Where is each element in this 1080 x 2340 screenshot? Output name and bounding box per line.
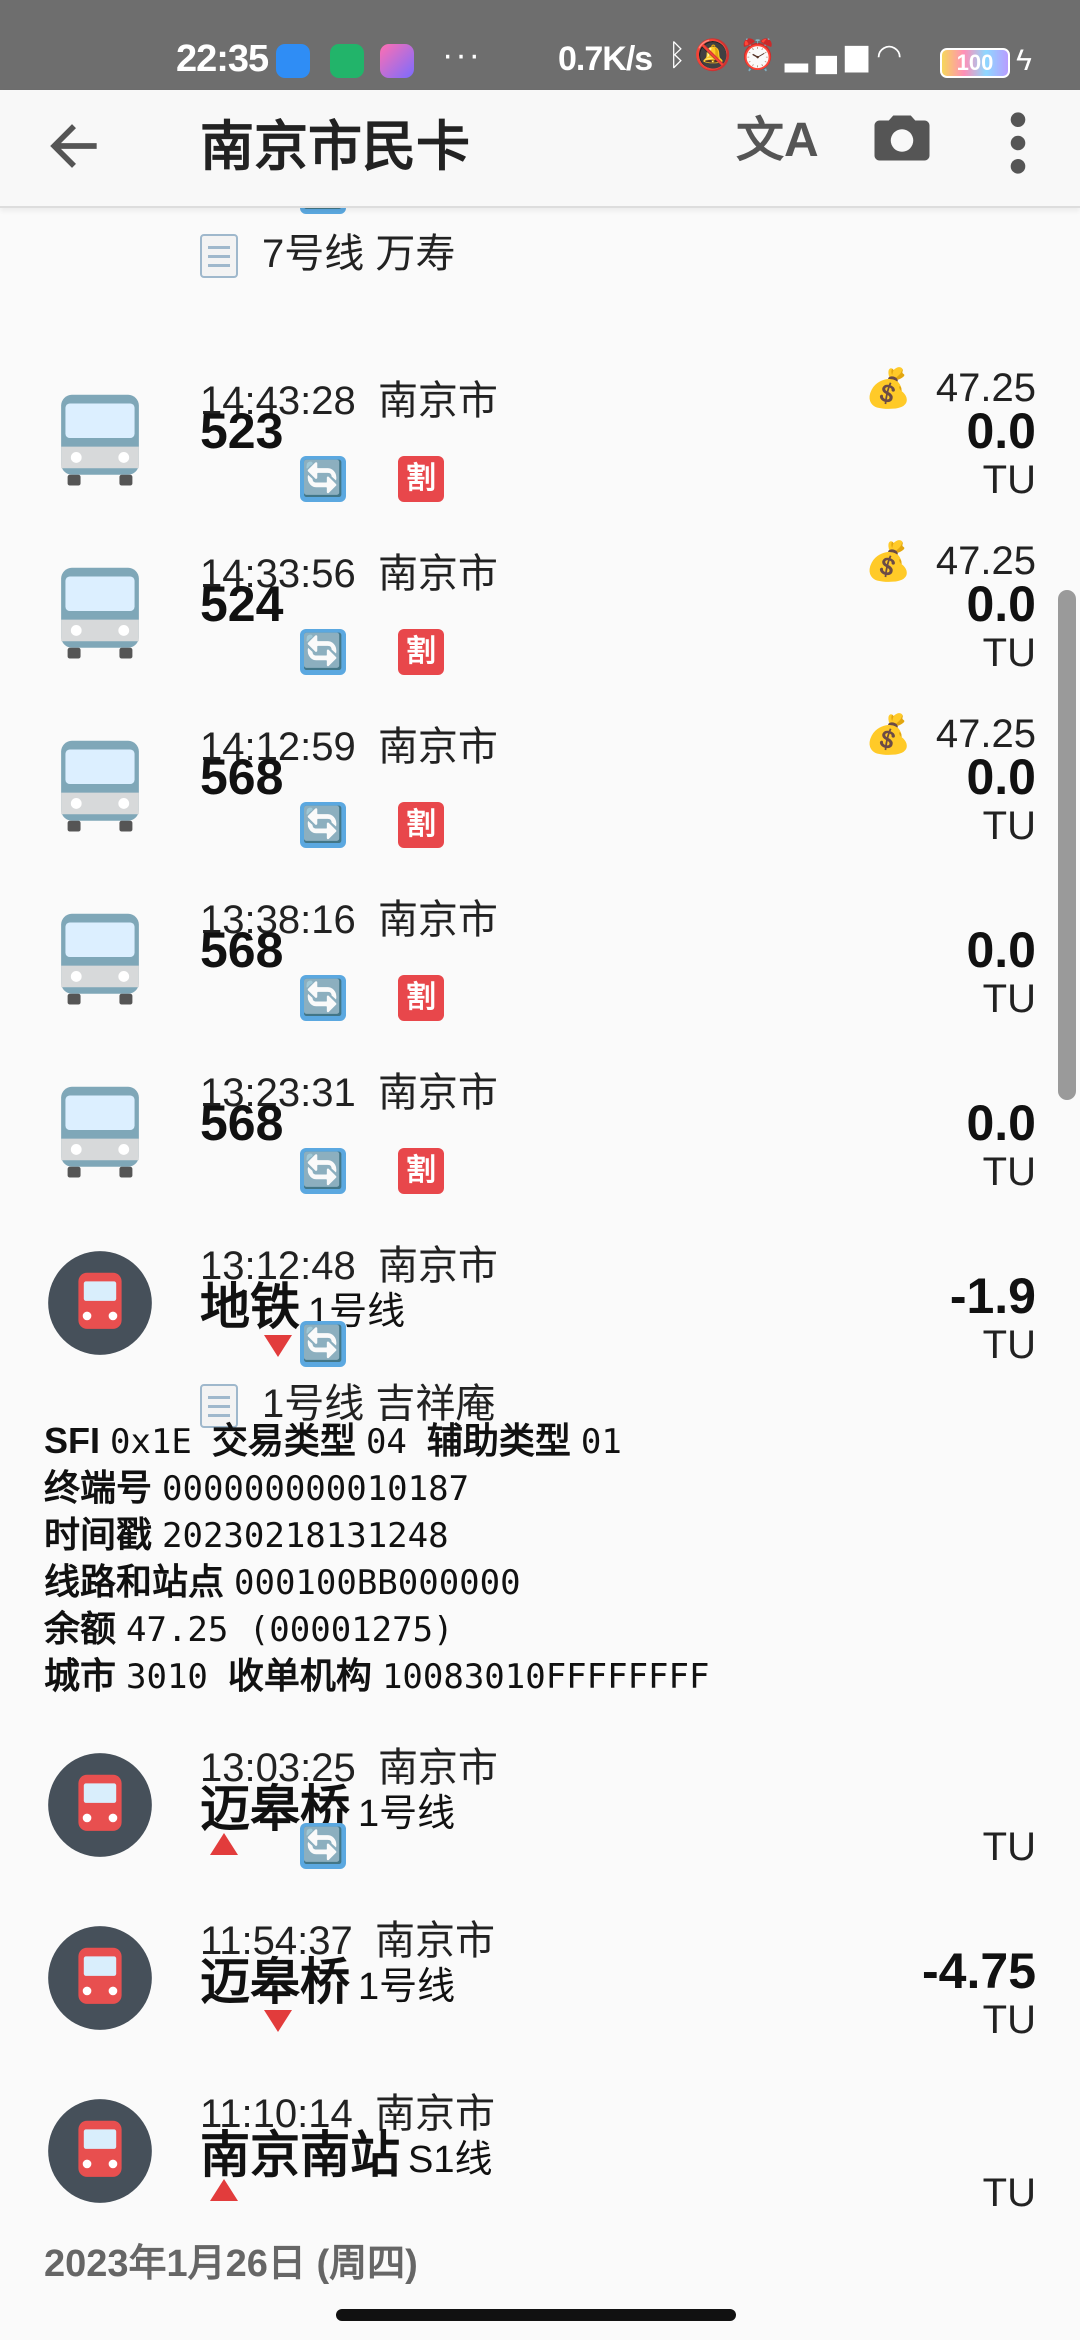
list-item[interactable]: 14:43:28 南京市 💰 47.25 523 0.0 🔄 割 TU — [0, 348, 1080, 520]
amount-value: 0.0 — [966, 576, 1036, 632]
moneybag-icon: 💰 — [864, 714, 912, 756]
currency-label: TU — [982, 1998, 1036, 2042]
transfer-icon: 🔄 — [300, 975, 346, 1021]
list-item[interactable]: 11:54:37 南京市 迈皋桥 1号线 -4.75 TU — [0, 1888, 1080, 2060]
line-label: 1号线 — [358, 1966, 456, 2008]
detail-city: 城市 3010 收单机构 10083010FFFFFFFF — [44, 1655, 710, 1697]
discount-icon: 割 — [398, 456, 444, 502]
line-label: S1线 — [408, 2139, 493, 2181]
transfer-icon: 🔄 — [300, 1148, 346, 1194]
list-item[interactable]: 13:23:31 南京市 568 0.0 🔄 割 TU — [0, 1040, 1080, 1212]
system-status-icons: ᛒ🔕⏰▂▄▆◠ — [668, 38, 910, 73]
transaction-name: 524 — [200, 576, 284, 632]
list-item[interactable]: 14:12:59 南京市 💰 47.25 568 0.0 🔄 割 TU — [0, 694, 1080, 866]
more-vert-icon[interactable] — [1006, 108, 1030, 178]
transfer-icon: 🔄 — [300, 1823, 346, 1869]
transaction-name: 568 — [200, 749, 284, 805]
home-indicator[interactable] — [336, 2309, 736, 2321]
currency-label: TU — [982, 804, 1036, 848]
app-bar: 南京市民卡 文A — [0, 90, 1080, 208]
transaction-name: 迈皋桥 1号线 — [200, 1954, 456, 2010]
detail-terminal: 终端号 000000000010187 — [44, 1467, 470, 1509]
transaction-name: 南京南站 S1线 — [200, 2127, 493, 2183]
transaction-list[interactable]: 地铁 🔄 TU 7号线 万寿 14:43:28 南京市 💰47.25 523 0… — [0, 140, 1080, 2280]
station-memo: 7号线 万寿 — [200, 221, 455, 279]
bus-icon — [61, 913, 139, 1005]
bus-icon — [61, 1086, 139, 1178]
shield-notification-icon — [330, 44, 364, 78]
currency-label: TU — [982, 1825, 1036, 1869]
scrollbar-thumb[interactable] — [1058, 590, 1076, 1100]
currency-label: TU — [982, 2171, 1036, 2215]
list-item[interactable]: 11:10:14 南京市 南京南站 S1线 TU — [0, 2061, 1080, 2233]
currency-label: TU — [982, 1323, 1036, 1367]
network-speed: 0.7K/s — [558, 40, 653, 78]
amount-value: 0.0 — [966, 403, 1036, 459]
detail-sfi: SFI 0x1E 交易类型 04 辅助类型 01 — [44, 1420, 622, 1462]
exit-arrow-icon — [264, 2010, 292, 2032]
amount-value: 0.0 — [966, 1095, 1036, 1151]
metro-train-icon — [48, 1753, 152, 1857]
moneybag-icon: 💰 — [864, 541, 912, 583]
wifi-icon: ◠ — [876, 39, 911, 72]
list-item[interactable]: 13:38:16 南京市 568 0.0 🔄 割 TU — [0, 867, 1080, 1039]
bus-icon — [61, 394, 139, 486]
discount-icon: 割 — [398, 975, 444, 1021]
amount-value: -4.75 — [922, 1943, 1036, 1999]
bus-icon — [61, 567, 139, 659]
metro-train-icon — [48, 2099, 152, 2203]
camera-icon[interactable] — [872, 108, 932, 168]
line-label: 1号线 — [358, 1793, 456, 1835]
app-notification-icon — [276, 44, 310, 78]
app-notification-icon — [380, 44, 414, 78]
alarm-icon: ⏰ — [739, 39, 785, 72]
transaction-name: 568 — [200, 1095, 284, 1151]
discount-icon: 割 — [398, 629, 444, 675]
transfer-icon: 🔄 — [300, 456, 346, 502]
discount-icon: 割 — [398, 802, 444, 848]
transaction-name: 568 — [200, 922, 284, 978]
transfer-icon: 🔄 — [300, 802, 346, 848]
entry-arrow-icon — [210, 2179, 238, 2201]
date-section-header: 2023年1月26日 (周四) — [44, 2243, 418, 2285]
exit-arrow-icon — [264, 1335, 292, 1357]
status-bar: 22:35 ··· 0.7K/s ᛒ🔕⏰▂▄▆◠ 100 ϟ — [0, 0, 1080, 90]
transaction-name: 523 — [200, 403, 284, 459]
currency-label: TU — [982, 1150, 1036, 1194]
amount-value: 0.0 — [966, 922, 1036, 978]
status-time: 22:35 — [176, 38, 269, 80]
memo-icon — [200, 234, 238, 279]
detail-route: 线路和站点 000100BB000000 — [44, 1561, 521, 1603]
currency-label: TU — [982, 458, 1036, 502]
list-item-expanded[interactable]: 13:12:48 南京市 地铁 1号线 -1.9 🔄 TU 1号线 吉祥庵 SFI… — [0, 1213, 1080, 1697]
currency-label: TU — [982, 631, 1036, 675]
page-title: 南京市民卡 — [200, 117, 470, 177]
metro-train-icon — [48, 1251, 152, 1355]
charging-icon: ϟ — [1016, 44, 1032, 77]
translate-icon[interactable]: 文A — [736, 100, 819, 170]
mute-icon: 🔕 — [694, 39, 740, 72]
list-item[interactable]: 13:03:25 南京市 迈皋桥 1号线 🔄 TU — [0, 1715, 1080, 1887]
metro-train-icon — [48, 1926, 152, 2030]
detail-timestamp: 时间戳 20230218131248 — [44, 1514, 449, 1556]
list-item[interactable]: 14:33:56 南京市 💰 47.25 524 0.0 🔄 割 TU — [0, 521, 1080, 693]
entry-arrow-icon — [210, 1833, 238, 1855]
more-notifications-icon: ··· — [442, 36, 482, 74]
record-details: SFI 0x1E 交易类型 04 辅助类型 01 终端号 000000000010187… — [44, 1417, 1044, 1699]
battery-icon: 100 — [940, 48, 1010, 78]
bluetooth-icon: ᛒ — [668, 39, 694, 72]
transfer-icon: 🔄 — [300, 629, 346, 675]
transfer-icon: 🔄 — [300, 1321, 346, 1367]
amount-value: -1.9 — [949, 1268, 1036, 1324]
detail-balance: 余额 47.25 (00001275) — [44, 1608, 454, 1650]
currency-label: TU — [982, 977, 1036, 1021]
arrow-left-icon[interactable] — [40, 112, 108, 180]
amount-value: 0.0 — [966, 749, 1036, 805]
moneybag-icon: 💰 — [864, 368, 912, 410]
bus-icon — [61, 740, 139, 832]
signal-icon: ▂▄▆ — [784, 39, 877, 72]
discount-icon: 割 — [398, 1148, 444, 1194]
